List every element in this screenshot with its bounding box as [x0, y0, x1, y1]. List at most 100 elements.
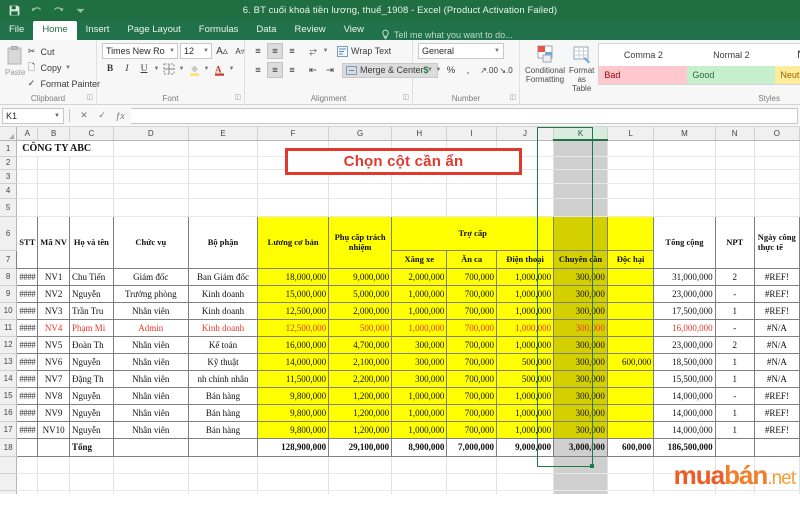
cell-empty[interactable]: [391, 456, 448, 474]
cell-xang-xe[interactable]: 1,000,000: [391, 318, 448, 337]
cell-an-ca[interactable]: 700,000: [446, 301, 497, 320]
fill-color-button[interactable]: [186, 61, 202, 77]
cell-chuc-vu[interactable]: Nhân viên: [112, 352, 189, 371]
tab-home[interactable]: Home: [33, 21, 77, 40]
cell-l1[interactable]: [607, 140, 655, 157]
cell-bo-phan[interactable]: Kế toán: [187, 335, 259, 354]
cell-doc-hai[interactable]: [606, 284, 655, 303]
cell-empty[interactable]: [188, 456, 259, 474]
row-header-blank-1[interactable]: [0, 456, 18, 474]
header-stt[interactable]: STT: [16, 215, 39, 269]
cell-m1[interactable]: [653, 140, 716, 157]
row-header-1[interactable]: 1: [0, 140, 18, 157]
align-bottom-button[interactable]: ≡: [284, 43, 300, 59]
cell-luong[interactable]: 9,800,000: [257, 403, 330, 422]
cell-m2[interactable]: [653, 156, 716, 170]
cell-empty[interactable]: [496, 456, 555, 474]
header-ma-nv[interactable]: Mã NV: [37, 215, 70, 269]
cell-phu-cap[interactable]: 2,100,000: [328, 352, 393, 371]
cell-k5[interactable]: [553, 198, 608, 217]
cell-ngay-cong[interactable]: #N/A: [753, 369, 800, 388]
row-header-15[interactable]: 15: [0, 387, 18, 405]
cell-empty[interactable]: [69, 456, 114, 474]
cell-doc-hai[interactable]: [606, 420, 655, 439]
style-card-bad[interactable]: Comma 2 Bad: [599, 44, 688, 84]
column-header-j[interactable]: J: [496, 127, 555, 141]
cell-empty[interactable]: [257, 490, 330, 494]
font-name-input[interactable]: Times New Roman ▼: [102, 43, 178, 59]
header-chuyen-can[interactable]: Chuyên cần: [553, 249, 608, 269]
cell-n3[interactable]: [715, 169, 755, 184]
cell-chuyen-can[interactable]: 300,000: [553, 352, 608, 371]
cell-ngay-cong[interactable]: #REF!: [753, 301, 800, 320]
accounting-chevron-down-icon[interactable]: ▼: [435, 67, 442, 73]
column-header-c[interactable]: C: [69, 127, 114, 141]
cell-n5[interactable]: [715, 198, 755, 217]
cell-phu-cap[interactable]: 1,200,000: [328, 403, 393, 422]
cell-empty-k[interactable]: [553, 456, 608, 474]
column-header-a[interactable]: A: [16, 127, 39, 141]
total-stt-blank[interactable]: [16, 437, 39, 457]
row-header-6[interactable]: 6: [0, 216, 18, 251]
cell-empty[interactable]: [69, 490, 114, 494]
cell-empty[interactable]: [69, 473, 114, 491]
row-header-11[interactable]: 11: [0, 319, 18, 337]
cell-tong-cong[interactable]: 14,000,000: [653, 420, 716, 439]
header-doc-hai[interactable]: Độc hại: [606, 249, 655, 269]
cell-tong-cong[interactable]: 23,000,000: [653, 284, 716, 303]
cell-ho-ten[interactable]: Nguyễn: [68, 352, 114, 371]
cell-bo-phan[interactable]: nh chính nhân: [187, 369, 259, 388]
cell-e1[interactable]: [188, 140, 259, 157]
cell-dien-thoai[interactable]: 1,000,000: [495, 301, 555, 320]
enter-icon[interactable]: ✓: [93, 108, 111, 124]
cell-phu-cap[interactable]: 2,200,000: [328, 369, 393, 388]
cell-dien-thoai[interactable]: 1,000,000: [495, 335, 555, 354]
row-header-blank-3[interactable]: [0, 490, 18, 494]
cell-empty[interactable]: [328, 456, 393, 474]
cell-empty[interactable]: [37, 490, 70, 494]
cell-chuc-vu[interactable]: Trưởng phòng: [112, 284, 189, 303]
column-header-b[interactable]: B: [37, 127, 70, 141]
cell-i5[interactable]: [446, 198, 497, 217]
cell-stt[interactable]: ####: [16, 301, 39, 320]
header-tong-cong[interactable]: Tổng cộng: [653, 215, 716, 269]
cell-empty[interactable]: [37, 473, 70, 491]
cell-phu-cap[interactable]: 2,000,000: [328, 301, 393, 320]
cell-an-ca[interactable]: 700,000: [446, 335, 497, 354]
font-color-chevron-down-icon[interactable]: ▼: [228, 66, 235, 72]
cell-c5[interactable]: [69, 198, 114, 217]
cell-stt[interactable]: ####: [16, 284, 39, 303]
column-header-k[interactable]: K: [553, 127, 608, 141]
clipboard-dialog-launcher[interactable]: ◫: [86, 92, 93, 104]
cell-phu-cap[interactable]: 500,000: [328, 318, 393, 337]
style-card-neutral[interactable]: Normal 2 Neutral: [775, 44, 800, 84]
cell-empty[interactable]: [446, 490, 497, 494]
cell-xang-xe[interactable]: 1,000,000: [391, 386, 448, 405]
align-left-button[interactable]: ≡: [250, 62, 266, 78]
cell-tong-cong[interactable]: 18,500,000: [653, 352, 716, 371]
cell-b2[interactable]: [37, 156, 70, 170]
cell-xang-xe[interactable]: 1,000,000: [391, 284, 448, 303]
cell-bo-phan[interactable]: Kinh doanh: [187, 284, 259, 303]
align-top-button[interactable]: ≡: [250, 43, 266, 59]
cell-empty[interactable]: [257, 456, 330, 474]
column-header-l[interactable]: L: [607, 127, 655, 141]
copy-button[interactable]: 🗋 Copy ▼: [25, 60, 100, 75]
cell-tong-cong[interactable]: 31,000,000: [653, 267, 716, 286]
cell-a3[interactable]: [16, 169, 39, 184]
cell-dien-thoai[interactable]: 1,000,000: [495, 267, 555, 286]
row-header-16[interactable]: 16: [0, 404, 18, 422]
cell-chuyen-can[interactable]: 300,000: [553, 386, 608, 405]
total-luong[interactable]: 128,900,000: [257, 437, 330, 457]
cell-m4[interactable]: [653, 183, 716, 199]
cell-bo-phan[interactable]: Bán hàng: [187, 386, 259, 405]
cell-an-ca[interactable]: 700,000: [446, 352, 497, 371]
row-header-10[interactable]: 10: [0, 302, 18, 320]
cell-xang-xe[interactable]: 1,000,000: [391, 420, 448, 439]
cell-doc-hai[interactable]: [606, 335, 655, 354]
cell-tong-cong[interactable]: 14,000,000: [653, 403, 716, 422]
cell-luong[interactable]: 12,500,000: [257, 318, 330, 337]
cell-chuyen-can[interactable]: 300,000: [553, 318, 608, 337]
italic-button[interactable]: I: [119, 61, 135, 77]
underline-chevron-down-icon[interactable]: ▼: [153, 66, 160, 72]
